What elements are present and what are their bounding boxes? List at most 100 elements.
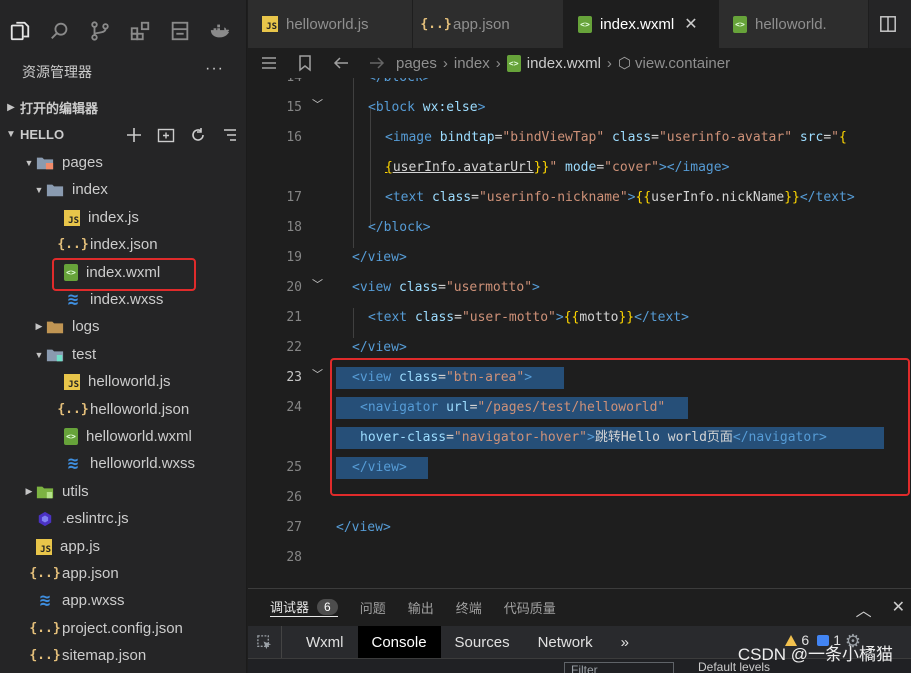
tree-item-index-js[interactable]: JS index.js — [0, 204, 247, 231]
line-number: 14 — [268, 78, 302, 85]
files-icon[interactable] — [6, 17, 34, 45]
devtools-tab-network[interactable]: Network — [524, 626, 607, 658]
fold-chevron-icon[interactable]: ﹀ — [312, 276, 326, 292]
panel-icon[interactable] — [166, 17, 194, 45]
back-arrow-icon[interactable] — [326, 48, 356, 78]
code-line-22: </view> — [352, 340, 407, 355]
devtools-tab-wxml[interactable]: Wxml — [292, 626, 358, 658]
refresh-icon[interactable] — [189, 126, 207, 144]
tree-item-label: sitemap.json — [62, 647, 147, 664]
tab-output[interactable]: 输出 — [408, 598, 434, 617]
breadcrumb: pages › index › index.wxml › ⬡ view.cont… — [248, 48, 911, 78]
devtools-tab-console[interactable]: Console — [357, 626, 441, 658]
tab-app-json[interactable]: {..} app.json — [413, 0, 564, 48]
more-tabs-icon[interactable]: » — [607, 626, 643, 658]
highlight-box-code — [330, 358, 910, 496]
tree-item-index[interactable]: ▼ index — [0, 176, 247, 203]
inspect-element-icon[interactable] — [248, 626, 282, 658]
tree-item-eslintrc-js[interactable]: .eslintrc.js — [0, 505, 247, 532]
tab-terminal[interactable]: 终端 — [456, 598, 482, 617]
list-icon[interactable] — [254, 48, 284, 78]
source-control-icon[interactable] — [86, 17, 114, 45]
code-line-15: <block wx:else> — [368, 100, 486, 115]
collapse-all-icon[interactable] — [221, 126, 239, 144]
breadcrumb-symbol[interactable]: view.container — [635, 55, 730, 72]
js-file-icon: JS — [64, 373, 80, 390]
close-icon[interactable]: ✕ — [892, 597, 905, 621]
chevron-right-icon: › — [442, 54, 448, 72]
chevron-right-icon: › — [495, 54, 501, 72]
tab-index-wxml[interactable]: index.wxml ✕ — [564, 0, 719, 48]
close-icon[interactable]: ✕ — [684, 14, 697, 34]
code-line-18: </block> — [368, 220, 431, 235]
tree-item-label: index — [72, 181, 108, 198]
tree-item-label: helloworld.wxss — [90, 455, 196, 472]
chevron-down-icon: ▼ — [24, 157, 34, 168]
line-number: 17 — [286, 190, 302, 205]
code-editor[interactable]: 14 15 16 17 18 19 20 21 22 23 24 25 26 27 28 ﹀ ﹀ ﹀ </b… — [248, 78, 911, 588]
tree-item-pages[interactable]: ▼ pages — [0, 149, 247, 176]
tab-helloworld-js[interactable]: JS helloworld.js — [248, 0, 413, 48]
tab-code-quality[interactable]: 代码质量 — [504, 598, 556, 617]
tab-label: helloworld.​ — [755, 15, 827, 33]
open-editors-section[interactable]: ▶ 打开的编辑器 — [0, 94, 247, 121]
wxml-file-icon — [578, 15, 592, 33]
search-icon[interactable] — [46, 17, 74, 45]
tree-item-utils[interactable]: ▶ utils — [0, 478, 247, 505]
breadcrumb-file[interactable]: index.wxml — [527, 55, 601, 72]
tree-item-label: .eslintrc.js — [62, 510, 129, 527]
wxss-file-icon: ≋ — [39, 590, 51, 611]
chevron-right-icon: ▶ — [25, 486, 33, 496]
tree-item-label: helloworld.json — [90, 401, 190, 418]
forward-arrow-icon[interactable] — [362, 48, 392, 78]
line-number: 27 — [286, 520, 302, 535]
tree-item-app-js[interactable]: JS app.js — [0, 533, 247, 560]
tree-item-helloworld-wxml[interactable]: helloworld.wxml — [0, 423, 247, 450]
tab-debugger[interactable]: 调试器 6 — [270, 597, 338, 617]
tree-item-helloworld-js[interactable]: JS helloworld.js — [0, 368, 247, 395]
breadcrumb-index[interactable]: index — [454, 55, 490, 72]
project-section[interactable]: ▼ HELLO — [0, 121, 247, 148]
debugger-badge: 6 — [317, 598, 338, 615]
panel-actions: ︿ ✕ — [856, 597, 905, 621]
tree-item-helloworld-wxss[interactable]: ≋ helloworld.wxss — [0, 450, 247, 477]
bookmark-icon[interactable] — [290, 48, 320, 78]
tab-helloworld-wxml[interactable]: helloworld.​ — [719, 0, 869, 48]
wxml-file-icon — [64, 428, 78, 445]
js-file-icon: JS — [36, 538, 52, 555]
tab-debugger-label: 调试器 — [270, 600, 310, 615]
line-number: 16 — [286, 130, 302, 145]
tab-problems[interactable]: 问题 — [360, 598, 386, 617]
chevron-up-icon[interactable]: ︿ — [856, 597, 872, 621]
tab-label: app.json — [453, 15, 510, 33]
tree-item-helloworld-json[interactable]: {..} helloworld.json — [0, 396, 247, 423]
more-actions-icon[interactable]: ··· — [205, 60, 224, 78]
tree-item-index-json[interactable]: {..} index.json — [0, 231, 247, 258]
new-folder-icon[interactable] — [157, 126, 175, 144]
fold-chevron-icon[interactable]: ﹀ — [312, 366, 326, 382]
new-file-icon[interactable] — [125, 126, 143, 144]
docker-icon[interactable] — [206, 17, 234, 45]
tree-item-logs[interactable]: ▶ logs — [0, 313, 247, 340]
indent-guide — [353, 308, 354, 338]
breadcrumb-pages[interactable]: pages — [396, 55, 437, 72]
tree-item-sitemap-json[interactable]: {..} sitemap.json — [0, 642, 247, 669]
explorer-sidebar: 资源管理器 ··· ▶ 打开的编辑器 ▼ HELLO ▼ pages ▼ index J… — [0, 0, 247, 673]
panel-tabs: 调试器 6 问题 输出 终端 代码质量 ︿ ✕ — [248, 589, 911, 625]
tree-item-project-config-json[interactable]: {..} project.config.json — [0, 615, 247, 642]
extensions-icon[interactable] — [126, 17, 154, 45]
tree-item-label: utils — [62, 483, 89, 500]
tree-item-app-json[interactable]: {..} app.json — [0, 560, 247, 587]
tree-item-test[interactable]: ▼ test — [0, 341, 247, 368]
tree-item-app-wxss[interactable]: ≋ app.wxss — [0, 587, 247, 614]
devtools-tab-sources[interactable]: Sources — [441, 626, 524, 658]
split-editor-icon[interactable] — [875, 12, 901, 36]
js-file-icon: JS — [64, 209, 80, 226]
activity-bar — [0, 0, 247, 62]
pages-folder-icon — [36, 154, 54, 172]
watermark: CSDN @一条小橘猫 — [737, 645, 893, 664]
filter-input[interactable]: Filter — [564, 662, 674, 673]
chevron-down-icon: ▼ — [34, 349, 44, 360]
fold-chevron-icon[interactable]: ﹀ — [312, 96, 326, 112]
code-line-27: </view> — [336, 520, 391, 535]
